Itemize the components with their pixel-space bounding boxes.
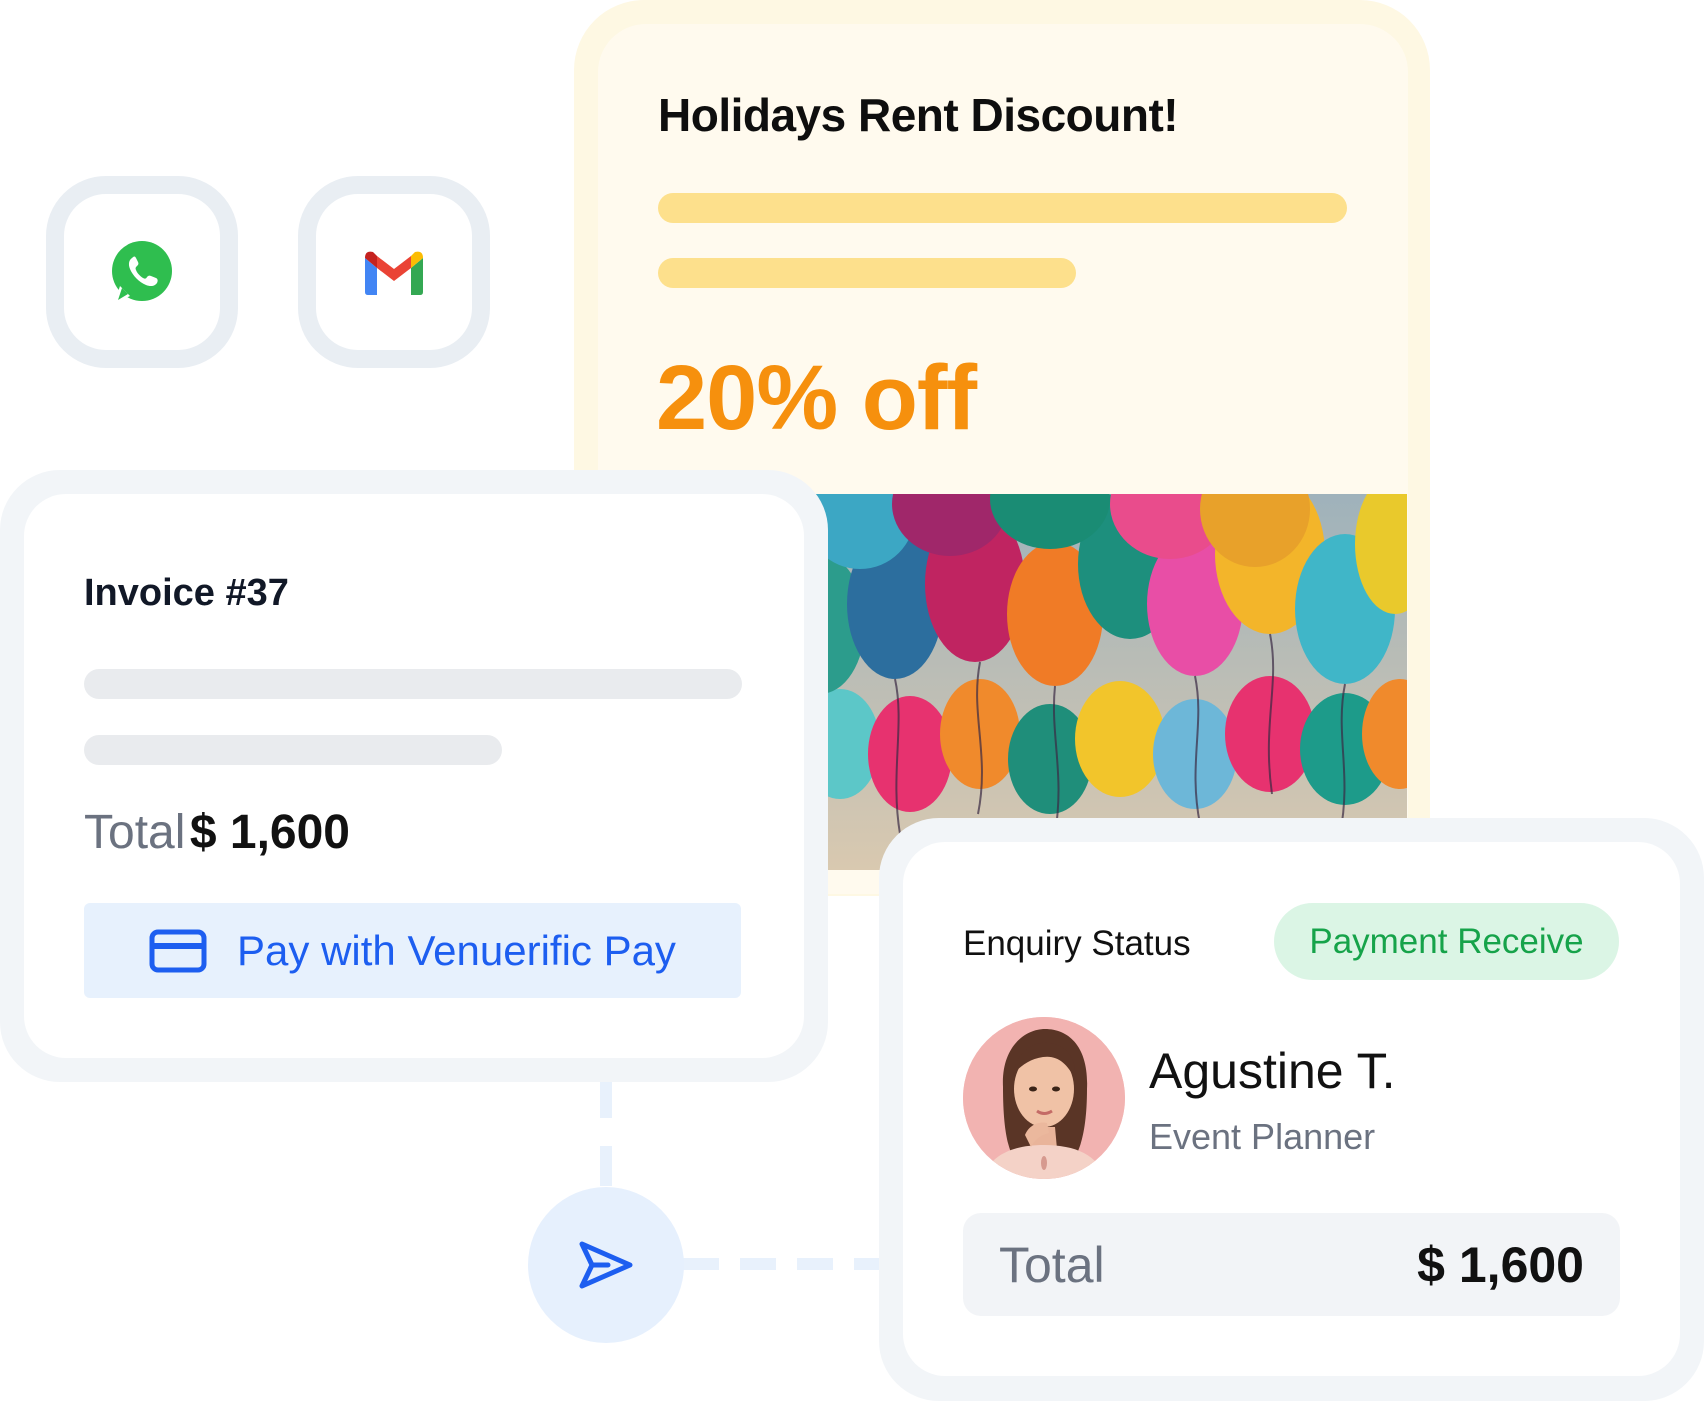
connector-line [600,1146,612,1186]
connector-line [797,1258,833,1270]
whatsapp-tile[interactable] [46,176,238,368]
promo-text-placeholder [658,258,1076,288]
promo-title: Holidays Rent Discount! [658,89,1179,141]
connector-line [740,1258,776,1270]
connector-line [600,1082,612,1118]
avatar-photo [963,1017,1125,1179]
promo-text-placeholder [658,193,1347,223]
invoice-text-placeholder [84,669,742,699]
whatsapp-icon [107,237,177,307]
invoice-total-label: Total [84,806,186,859]
status-badge: Payment Receive [1274,903,1619,980]
person-name: Agustine T. [1149,1043,1396,1099]
gmail-icon [365,251,423,295]
promo-discount: 20% off [656,347,977,449]
invoice-text-placeholder [84,735,502,765]
invoice-total: Total $ 1,600 [84,805,350,860]
invoice-title: Invoice #37 [84,572,289,614]
enquiry-total-row: Total $ 1,600 [963,1213,1620,1316]
connector-line [683,1258,719,1270]
enquiry-total-value: $ 1,600 [1417,1236,1584,1293]
gmail-tile[interactable] [298,176,490,368]
pay-button-label: Pay with Venuerific Pay [237,926,676,974]
enquiry-total-label: Total [999,1236,1105,1293]
send-button[interactable] [528,1187,684,1343]
send-icon [579,1241,633,1289]
avatar [963,1017,1125,1179]
enquiry-status-label: Enquiry Status [963,924,1191,963]
party-balloons-image [800,494,1407,870]
invoice-total-value: $ 1,600 [189,806,350,859]
person-role: Event Planner [1149,1116,1376,1157]
pay-with-venuerific-button[interactable]: Pay with Venuerific Pay [84,903,741,998]
credit-card-icon [149,929,207,972]
